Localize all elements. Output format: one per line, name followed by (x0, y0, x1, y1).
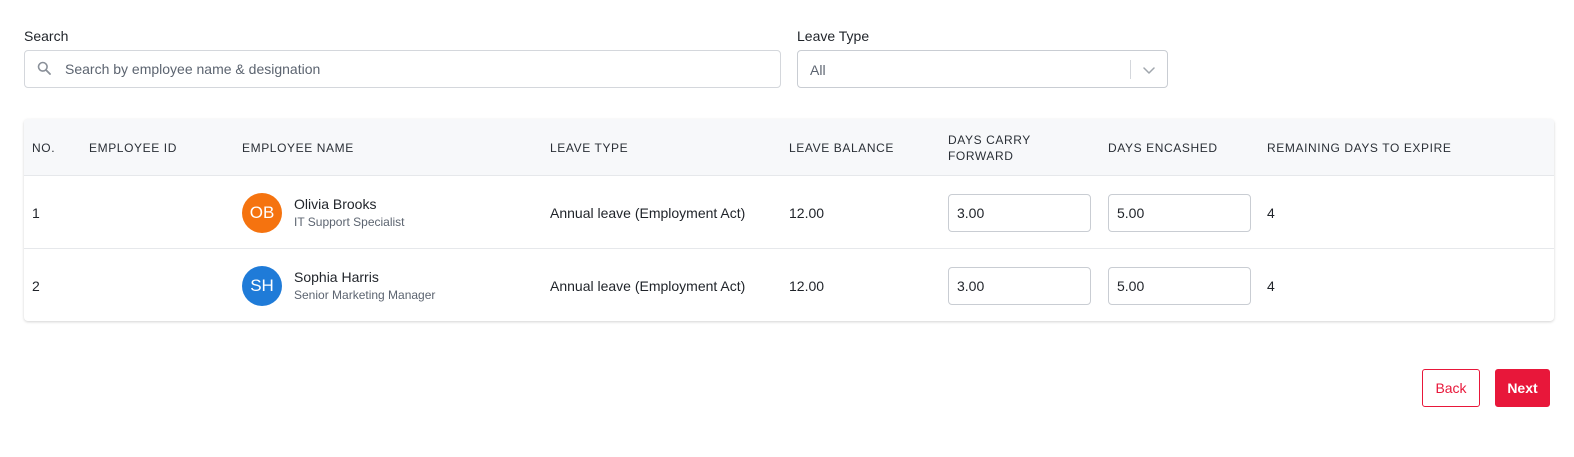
carry-forward-input[interactable] (948, 193, 1091, 232)
search-label: Search (24, 28, 69, 44)
search-input[interactable] (65, 51, 765, 87)
remaining-days-cell: 4 (1267, 277, 1275, 294)
header-employee-id: EMPLOYEE ID (89, 140, 177, 155)
leave-type-cell: Annual leave (Employment Act) (550, 204, 746, 221)
avatar: OB (242, 192, 282, 233)
employee-cell: OB Olivia Brooks IT Support Specialist (242, 176, 405, 249)
chevron-down-icon[interactable] (1142, 63, 1156, 77)
encashed-input[interactable] (1108, 193, 1251, 232)
employee-designation: IT Support Specialist (294, 215, 405, 229)
header-leave-type: LEAVE TYPE (550, 140, 629, 155)
header-remaining-days: REMAINING DAYS TO EXPIRE (1267, 140, 1452, 155)
filters-bar: Search Leave Type All (24, 28, 1174, 90)
header-no: NO. (32, 140, 56, 155)
leave-type-cell: Annual leave (Employment Act) (550, 277, 746, 294)
encashed-cell (1108, 249, 1251, 321)
employee-info: Sophia Harris Senior Marketing Manager (294, 268, 435, 303)
carry-forward-cell (948, 249, 1091, 321)
employee-name: Olivia Brooks (294, 196, 377, 212)
carry-forward-cell (948, 176, 1091, 249)
leave-type-label: Leave Type (797, 28, 870, 44)
search-box[interactable] (24, 50, 781, 88)
search-icon (37, 61, 51, 75)
table-row: 1 OB Olivia Brooks IT Support Specialist… (24, 176, 1554, 249)
leave-type-selected-value: All (810, 62, 826, 78)
remaining-days-cell: 4 (1267, 204, 1275, 221)
back-button[interactable]: Back (1422, 369, 1480, 407)
leave-balance-cell: 12.00 (789, 277, 825, 294)
select-divider (1130, 60, 1131, 79)
carry-forward-input[interactable] (948, 266, 1091, 305)
leave-table: NO. EMPLOYEE ID EMPLOYEE NAME LEAVE TYPE… (24, 119, 1554, 321)
employee-designation: Senior Marketing Manager (294, 288, 436, 302)
employee-info: Olivia Brooks IT Support Specialist (294, 195, 405, 230)
encashed-cell (1108, 176, 1251, 249)
encashed-input[interactable] (1108, 266, 1251, 305)
avatar: SH (242, 265, 282, 306)
header-employee-name: EMPLOYEE NAME (242, 140, 354, 155)
leave-type-select[interactable]: All (797, 50, 1168, 88)
leave-balance-cell: 12.00 (789, 204, 825, 221)
next-button[interactable]: Next (1495, 369, 1550, 407)
table-row: 2 SH Sophia Harris Senior Marketing Mana… (24, 249, 1554, 321)
table-header: NO. EMPLOYEE ID EMPLOYEE NAME LEAVE TYPE… (24, 119, 1554, 176)
employee-name: Sophia Harris (294, 269, 379, 285)
header-days-carry-forward: DAYS CARRY FORWARD (948, 132, 1031, 163)
row-number: 2 (32, 277, 40, 294)
header-leave-balance: LEAVE BALANCE (789, 140, 894, 155)
row-number: 1 (32, 204, 40, 221)
employee-cell: SH Sophia Harris Senior Marketing Manage… (242, 249, 435, 321)
header-days-encashed: DAYS ENCASHED (1108, 140, 1218, 155)
